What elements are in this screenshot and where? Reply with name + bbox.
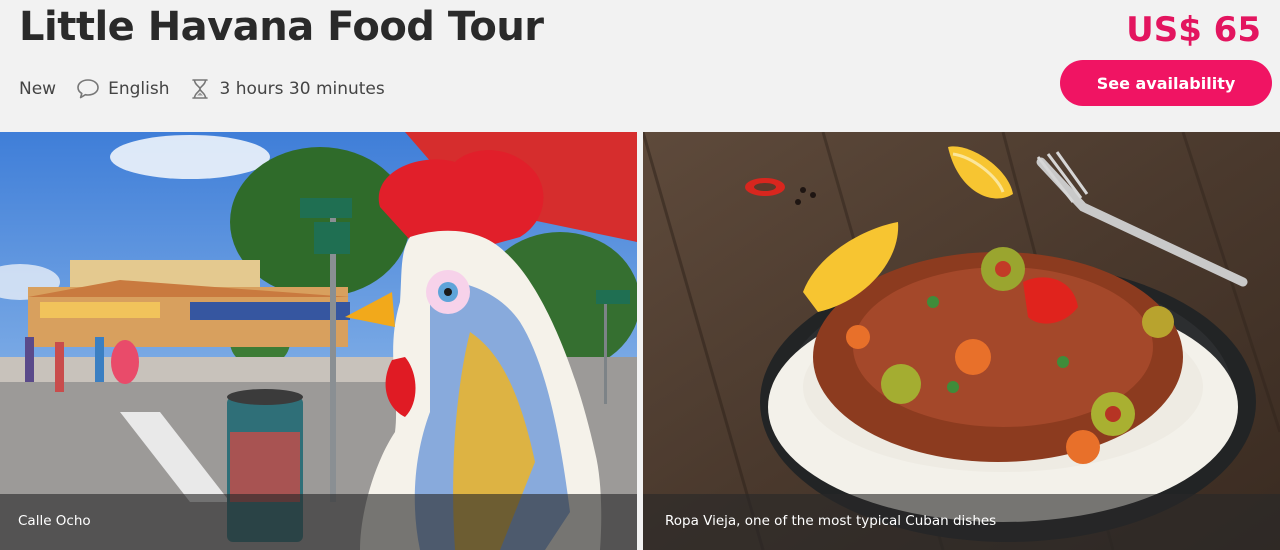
gallery-photo-ropa-vieja[interactable]: Ropa Vieja, one of the most typical Cuba… xyxy=(643,132,1280,550)
new-badge: New xyxy=(19,79,56,99)
price-label: US$ 65 xyxy=(1126,10,1261,50)
gallery-photo-calle-ocho[interactable]: Calle Ocho xyxy=(0,132,637,550)
calle-ocho-photo xyxy=(0,132,637,550)
tour-header: Little Havana Food Tour New English 3 ho… xyxy=(0,0,1280,132)
language-label: English xyxy=(108,79,170,99)
duration-label: 3 hours 30 minutes xyxy=(219,79,385,99)
page-title: Little Havana Food Tour xyxy=(19,4,544,50)
tour-meta: New English 3 hours 30 minutes xyxy=(19,78,405,100)
see-availability-button[interactable]: See availability xyxy=(1060,60,1272,106)
duration-info: 3 hours 30 minutes xyxy=(189,78,385,100)
ropa-vieja-photo xyxy=(643,132,1280,550)
speech-bubble-icon xyxy=(77,79,99,99)
language-info: English xyxy=(76,78,169,100)
new-badge-label: New xyxy=(19,79,57,99)
photo-caption: Ropa Vieja, one of the most typical Cuba… xyxy=(643,494,1280,550)
hourglass-icon xyxy=(192,79,209,99)
photo-caption: Calle Ocho xyxy=(0,494,637,550)
